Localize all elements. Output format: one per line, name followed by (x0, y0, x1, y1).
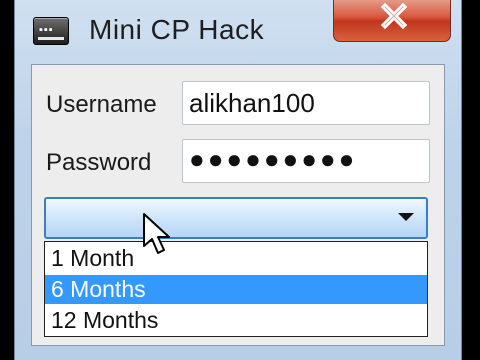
username-label: Username (46, 91, 157, 118)
close-button[interactable] (333, 0, 451, 42)
chevron-down-icon[interactable] (398, 213, 414, 221)
app-icon: ▪▪▪ (33, 17, 69, 45)
plan-select[interactable] (44, 197, 428, 239)
app-window: ▪▪▪ Mini CP Hack Username Password ●●●●●… (14, 0, 462, 360)
option-12-months[interactable]: 12 Months (45, 306, 427, 335)
plan-dropdown-list: 1 Month 6 Months 12 Months (44, 241, 428, 337)
password-input[interactable]: ●●●●●●●●● (182, 139, 430, 183)
option-1-month[interactable]: 1 Month (45, 244, 427, 273)
window-title: Mini CP Hack (89, 14, 265, 45)
title-bar[interactable]: ▪▪▪ Mini CP Hack (15, 0, 461, 64)
form-panel: Username Password ●●●●●●●●● 1 Month 6 Mo… (31, 64, 445, 346)
mouse-pointer-icon (143, 213, 170, 254)
password-label: Password (46, 149, 152, 176)
username-input[interactable] (182, 81, 430, 125)
option-6-months[interactable]: 6 Months (45, 275, 427, 304)
close-icon (380, 2, 408, 30)
